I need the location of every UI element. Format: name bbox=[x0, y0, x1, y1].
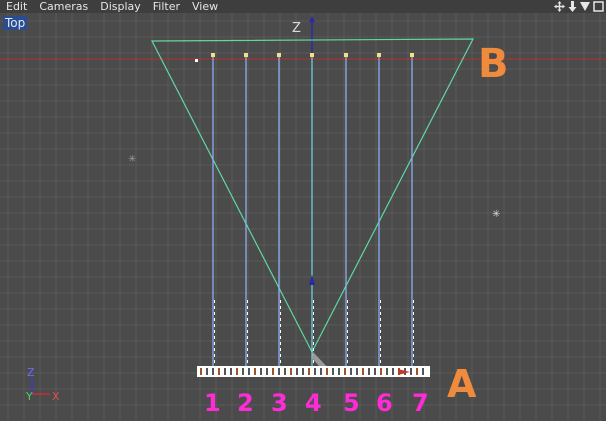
number-label-1: 1 bbox=[204, 389, 221, 417]
pivot-marker bbox=[195, 59, 198, 62]
light-point-icon[interactable]: ✳ bbox=[492, 209, 500, 220]
gizmo-z-label: Z bbox=[27, 366, 35, 379]
bar-tick bbox=[248, 368, 250, 375]
number-label-3: 3 bbox=[271, 389, 288, 417]
bar-tick bbox=[422, 368, 424, 375]
light-cap-icon[interactable] bbox=[410, 53, 414, 57]
annotation-marker-a: A bbox=[447, 362, 477, 406]
light-cap-icon[interactable] bbox=[377, 53, 381, 57]
bar-tick bbox=[284, 368, 286, 375]
viewport-scene[interactable]: Z ✳ ✳ B A 1 2 3 4 5 6 7 Z Y X bbox=[0, 0, 606, 421]
bar-tick bbox=[356, 368, 358, 375]
view-label[interactable]: Top bbox=[3, 16, 28, 30]
bar-tick bbox=[410, 368, 412, 375]
bar-tick bbox=[200, 368, 202, 375]
light-cap-icon[interactable] bbox=[277, 53, 281, 57]
bar-tick bbox=[392, 368, 394, 375]
number-label-2: 2 bbox=[237, 389, 254, 417]
z-axis-label: Z bbox=[292, 21, 301, 36]
number-label-5: 5 bbox=[343, 389, 360, 417]
bar-tick bbox=[368, 368, 370, 375]
bar-tick bbox=[302, 368, 304, 375]
number-label-6: 6 bbox=[376, 389, 393, 417]
bar-tick bbox=[344, 368, 346, 375]
bar-tick bbox=[338, 368, 340, 375]
number-label-4: 4 bbox=[305, 389, 322, 417]
light-rig bbox=[211, 53, 414, 368]
light-cap-icon[interactable] bbox=[211, 53, 215, 57]
bar-tick bbox=[386, 368, 388, 375]
bar-tick bbox=[326, 368, 328, 375]
bar-tick bbox=[206, 368, 208, 375]
bar-tick bbox=[332, 368, 334, 375]
bar-tick bbox=[260, 368, 262, 375]
bar-tick bbox=[236, 368, 238, 375]
bar-tick bbox=[416, 368, 418, 375]
bar-tick bbox=[380, 368, 382, 375]
light-number-labels: 1 2 3 4 5 6 7 bbox=[204, 389, 429, 417]
bar-tick bbox=[272, 368, 274, 375]
light-cap-icon[interactable] bbox=[344, 53, 348, 57]
annotation-marker-b: B bbox=[478, 41, 509, 87]
bar-tick bbox=[224, 368, 226, 375]
light-cap-icon[interactable] bbox=[310, 53, 314, 57]
light-point-icon[interactable]: ✳ bbox=[128, 154, 136, 165]
bar-tick bbox=[218, 368, 220, 375]
number-label-7: 7 bbox=[412, 389, 429, 417]
light-cap-icon[interactable] bbox=[244, 53, 248, 57]
bar-tick bbox=[242, 368, 244, 375]
z-axis-arrow-icon bbox=[309, 16, 315, 22]
bar-tick bbox=[278, 368, 280, 375]
bar-tick bbox=[296, 368, 298, 375]
bar-tick bbox=[320, 368, 322, 375]
gizmo-y-label: Y bbox=[25, 390, 33, 403]
bar-tick bbox=[212, 368, 214, 375]
viewport-window: Edit Cameras Display Filter View Z ✳ ✳ B… bbox=[0, 0, 606, 421]
viewport-grid bbox=[0, 13, 606, 421]
bar-tick bbox=[308, 368, 310, 375]
axis-gizmo: Z Y X bbox=[25, 366, 60, 403]
bar-tick bbox=[374, 368, 376, 375]
bar-tick bbox=[362, 368, 364, 375]
bar-tick bbox=[314, 368, 316, 375]
bar-tick bbox=[230, 368, 232, 375]
bar-tick bbox=[350, 368, 352, 375]
bar-tick bbox=[254, 368, 256, 375]
bar-tick bbox=[266, 368, 268, 375]
bar-tick bbox=[290, 368, 292, 375]
gizmo-x-label: X bbox=[52, 390, 60, 403]
